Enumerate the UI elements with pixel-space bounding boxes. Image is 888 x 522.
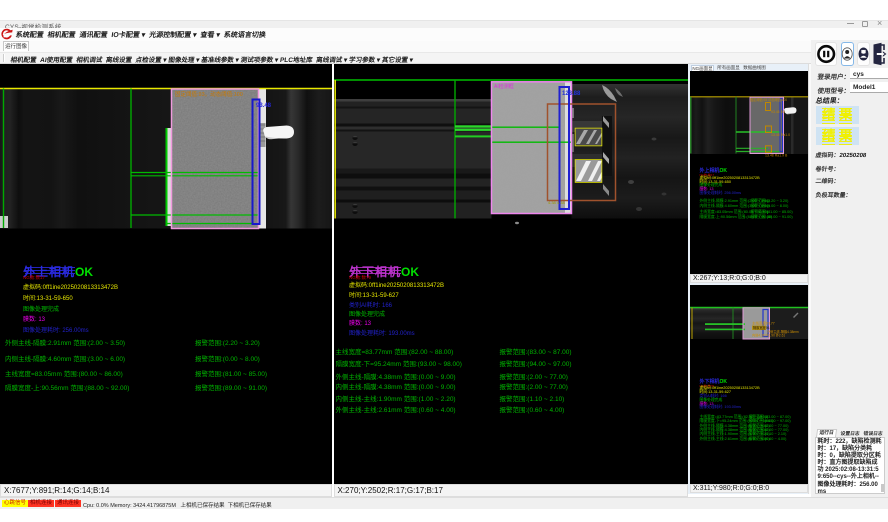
svg-text:AI检测框: AI检测框 — [494, 83, 514, 90]
svg-text:93.48: 93.48 — [256, 103, 272, 109]
svg-text:固定阈值:93，动态阈值:100: 固定阈值:93，动态阈值:100 — [175, 90, 243, 98]
svg-text:13.48 Ra1.9 B: 13.48 Ra1.9 B — [765, 153, 788, 157]
svg-text:123.88: 123.88 — [562, 91, 581, 97]
svg-text:4.38 4.38: 4.38 4.38 — [548, 200, 565, 205]
svg-text:主线宽度83.77: 主线宽度83.77 — [752, 320, 775, 325]
svg-text:固定阈值:93 动态阈值:100: 固定阈值:93 动态阈值:100 — [750, 97, 787, 102]
svg-text:内侧4.38 内1.90 外2.61: 内侧4.38 内1.90 外2.61 — [752, 332, 785, 337]
svg-text:13.48 Ra1.0: 13.48 Ra1.0 — [771, 133, 790, 137]
